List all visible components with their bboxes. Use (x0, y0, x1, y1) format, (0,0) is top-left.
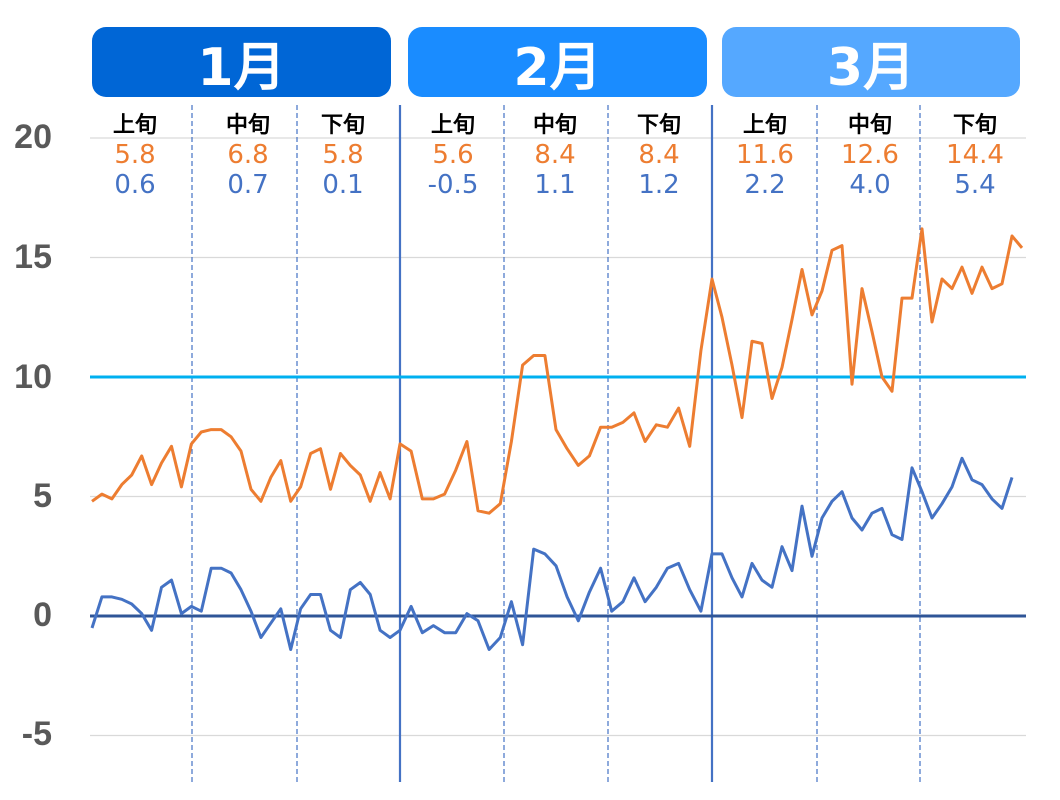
dekad-min-value: 4.0 (849, 170, 891, 200)
dekad-max-value: 5.8 (322, 140, 364, 170)
y-tick-label: -5 (21, 715, 52, 753)
dekad-label: 下旬 (636, 113, 681, 138)
dekad-min-value: 1.2 (638, 170, 680, 200)
dekad-max-value: 8.4 (638, 140, 680, 170)
dekad-max-value: 6.8 (227, 140, 269, 170)
y-tick-label: 5 (33, 477, 52, 515)
dekad-label: 中旬 (225, 113, 270, 138)
y-tick-label: 0 (33, 596, 52, 634)
y-tick-label: 15 (14, 238, 52, 276)
series-line-min-temp (90, 456, 1014, 651)
dekad-min-value: 2.2 (744, 170, 786, 200)
dekad-min-value: -0.5 (427, 170, 479, 200)
dekad-max-value: 14.4 (946, 140, 1004, 170)
dekad-summary: 下旬 8.4 1.2 (609, 112, 709, 200)
dekad-summary: 中旬 6.8 0.7 (198, 112, 298, 200)
dekad-label: 中旬 (847, 113, 892, 138)
dekad-label: 上旬 (430, 113, 475, 138)
dekad-label: 下旬 (952, 113, 997, 138)
dekad-summary: 下旬 5.8 0.1 (293, 112, 393, 200)
dekad-max-value: 11.6 (736, 140, 794, 170)
dekad-label: 上旬 (112, 113, 157, 138)
dekad-label: 上旬 (742, 113, 787, 138)
dekad-summary: 中旬 12.6 4.0 (820, 112, 920, 200)
dekad-summary: 中旬 8.4 1.1 (505, 112, 605, 200)
dekad-min-value: 0.6 (114, 170, 156, 200)
dekad-label: 中旬 (532, 113, 577, 138)
dekad-label: 下旬 (320, 113, 365, 138)
dekad-max-value: 5.8 (114, 140, 156, 170)
dekad-max-value: 8.4 (534, 140, 576, 170)
dekad-min-value: 5.4 (954, 170, 996, 200)
dekad-summary: 上旬 11.6 2.2 (715, 112, 815, 200)
dekad-max-value: 12.6 (841, 140, 899, 170)
dekad-summary: 下旬 14.4 5.4 (925, 112, 1025, 200)
dekad-min-value: 0.7 (227, 170, 269, 200)
dekad-summary: 上旬 5.8 0.6 (85, 112, 185, 200)
dekad-min-value: 0.1 (322, 170, 364, 200)
dekad-min-value: 1.1 (534, 170, 576, 200)
series-line-max-temp (91, 227, 1024, 515)
dekad-max-value: 5.6 (432, 140, 474, 170)
y-tick-label: 20 (14, 118, 52, 156)
y-tick-label: 10 (14, 358, 52, 396)
dekad-summary: 上旬 5.6 -0.5 (403, 112, 503, 200)
